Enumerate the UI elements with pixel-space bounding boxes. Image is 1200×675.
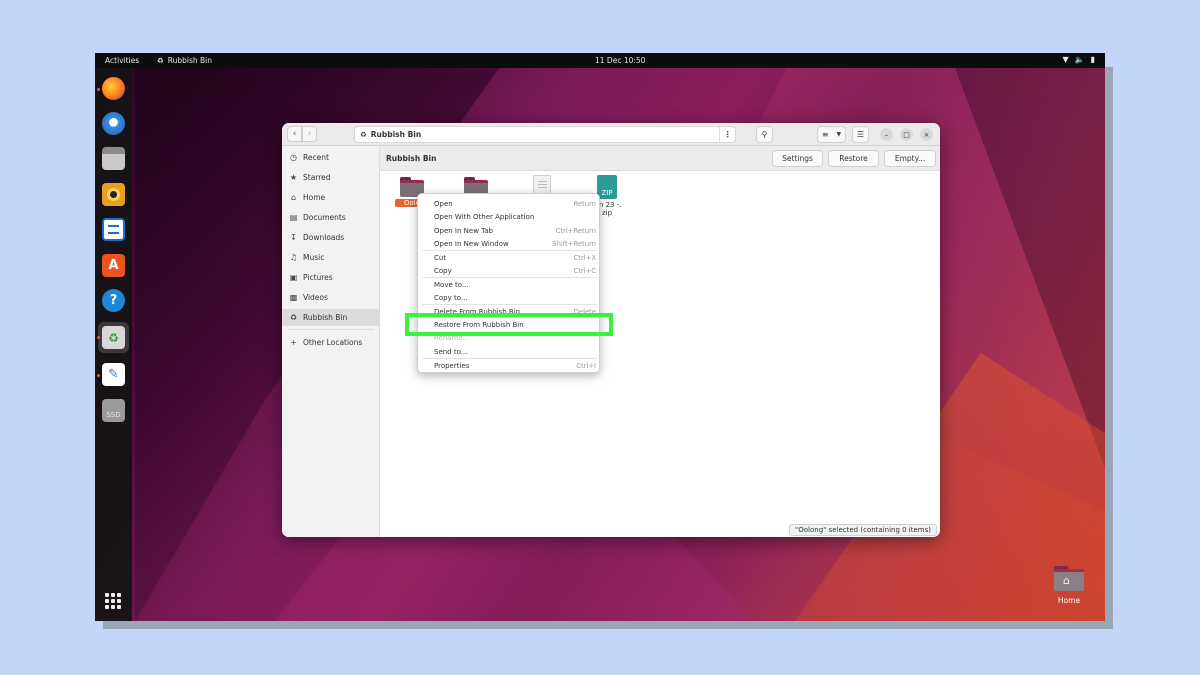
sidebar-item-starred[interactable]: ★ Starred <box>282 169 380 186</box>
writer-icon[interactable] <box>102 218 125 241</box>
list-view-icon: ≡ <box>821 130 829 139</box>
menu-item-open-new-tab[interactable]: Open In New Tab Ctrl+Return <box>418 224 601 237</box>
search-icon: ⚲ <box>761 130 768 139</box>
sidebar-item-downloads[interactable]: ↧ Downloads <box>282 229 380 246</box>
header-bar: ‹ › ♻ Rubbish Bin ⋮ ⚲ ≡ ▼ ☰ – □ × <box>282 123 940 146</box>
power-icon: ▮ <box>1090 55 1095 64</box>
app-name: Rubbish Bin <box>167 56 212 65</box>
menu-item-properties[interactable]: Properties Ctrl+I <box>418 359 601 372</box>
home-icon: ⌂ <box>1063 574 1070 587</box>
restore-button[interactable]: Restore <box>828 150 879 167</box>
minimize-button[interactable]: – <box>880 128 893 141</box>
search-button[interactable]: ⚲ <box>756 126 773 143</box>
trash-icon[interactable]: ♻ <box>102 326 125 349</box>
dock: A ? ♻ ✎ SSD <box>95 68 132 621</box>
sidebar-item-label: Other Locations <box>303 338 363 347</box>
top-bar: Activities ♻ Rubbish Bin 11 Dec 10:50 ▼ … <box>95 53 1105 68</box>
rhythmbox-icon[interactable] <box>102 183 125 206</box>
ssd-drive-icon[interactable]: SSD <box>102 399 125 422</box>
clock[interactable]: 11 Dec 10:50 <box>595 56 645 65</box>
menu-item-open-with[interactable]: Open With Other Application <box>418 210 601 223</box>
thunderbird-icon[interactable] <box>102 112 125 135</box>
trash-info-bar: Rubbish Bin Settings Restore Empty... <box>380 146 940 171</box>
forward-button[interactable]: › <box>302 126 317 142</box>
plus-icon: + <box>290 338 297 347</box>
sidebar-item-rubbish-bin[interactable]: ♻ Rubbish Bin <box>282 309 380 326</box>
path-menu-button[interactable]: ⋮ <box>719 127 735 142</box>
clock-icon: ◷ <box>290 153 297 162</box>
picture-icon: ▣ <box>289 273 298 282</box>
desktop-home-shortcut[interactable]: ⌂ Home <box>1052 566 1086 605</box>
app-center-icon[interactable]: A <box>102 254 125 277</box>
activities-button[interactable]: Activities <box>105 56 139 65</box>
settings-button[interactable]: Settings <box>772 150 823 167</box>
text-editor-icon[interactable]: ✎ <box>102 363 125 386</box>
menu-item-move-to[interactable]: Move to... <box>418 278 601 291</box>
sidebar-item-label: Home <box>303 193 326 202</box>
maximize-button[interactable]: □ <box>900 128 913 141</box>
home-folder-icon: ⌂ <box>1054 566 1084 592</box>
close-button[interactable]: × <box>920 128 933 141</box>
trash-icon: ♻ <box>289 313 298 322</box>
chevron-down-icon: ▼ <box>836 131 842 138</box>
desktop-home-label: Home <box>1057 596 1081 605</box>
sidebar-item-other-locations[interactable]: + Other Locations <box>282 334 380 351</box>
help-icon[interactable]: ? <box>102 289 125 312</box>
files-icon[interactable] <box>102 147 125 170</box>
menu-item-open-new-window[interactable]: Open In New Window Shift+Return <box>418 237 601 250</box>
sidebar-item-documents[interactable]: ▤ Documents <box>282 209 380 226</box>
menu-item-open[interactable]: Open Return <box>418 197 601 210</box>
content-title: Rubbish Bin <box>386 154 437 163</box>
menu-item-copy-to[interactable]: Copy to... <box>418 291 601 304</box>
trash-icon: ♻ <box>360 130 367 139</box>
back-button[interactable]: ‹ <box>287 126 302 142</box>
sidebar-item-label: Downloads <box>303 233 345 242</box>
menu-item-cut[interactable]: Cut Ctrl+X <box>418 251 601 264</box>
hamburger-icon: ☰ <box>856 130 865 139</box>
music-icon: ♫ <box>289 253 298 262</box>
restore-highlight-box <box>405 313 613 336</box>
menu-item-copy[interactable]: Copy Ctrl+C <box>418 264 601 277</box>
sidebar-item-label: Music <box>303 253 325 262</box>
sidebar-item-music[interactable]: ♫ Music <box>282 249 380 266</box>
sidebar-item-label: Rubbish Bin <box>303 313 348 322</box>
sidebar-item-pictures[interactable]: ▣ Pictures <box>282 269 380 286</box>
sidebar-item-label: Videos <box>303 293 328 302</box>
sidebar: ◷ Recent ★ Starred ⌂ Home ▤ Documents ↧ … <box>282 146 380 537</box>
sidebar-item-label: Documents <box>303 213 346 222</box>
view-toggle-button[interactable]: ≡ ▼ <box>817 126 846 143</box>
document-icon: ▤ <box>289 213 298 222</box>
path-bar[interactable]: ♻ Rubbish Bin ⋮ <box>354 126 736 143</box>
network-icon: ▼ <box>1062 55 1069 64</box>
app-menu[interactable]: ♻ Rubbish Bin <box>157 56 212 65</box>
sidebar-divider <box>288 329 374 330</box>
video-icon: ▩ <box>289 293 298 302</box>
star-icon: ★ <box>289 173 298 182</box>
zip-badge: ZIP <box>601 189 613 197</box>
zip-icon: ZIP <box>597 175 617 199</box>
trash-icon: ♻ <box>157 56 164 65</box>
menu-item-send-to[interactable]: Send to... <box>418 345 601 358</box>
empty-button[interactable]: Empty... <box>884 150 936 167</box>
sidebar-item-videos[interactable]: ▩ Videos <box>282 289 380 306</box>
sidebar-item-label: Recent <box>303 153 329 162</box>
show-apps-icon[interactable] <box>105 593 121 609</box>
main-menu-button[interactable]: ☰ <box>852 126 869 143</box>
sidebar-item-recent[interactable]: ◷ Recent <box>282 149 380 166</box>
firefox-icon[interactable] <box>102 77 125 100</box>
ssd-label: SSD <box>106 410 121 419</box>
context-menu: Open Return Open With Other Application O… <box>417 193 600 373</box>
status-bar: "Oolong" selected (containing 0 items) <box>789 524 937 536</box>
volume-icon: 🔈 <box>1074 55 1085 64</box>
path-title: Rubbish Bin <box>370 130 422 139</box>
desktop-screen: Activities ♻ Rubbish Bin 11 Dec 10:50 ▼ … <box>95 53 1105 621</box>
home-icon: ⌂ <box>290 193 297 202</box>
system-tray[interactable]: ▼ 🔈 ▮ <box>1062 55 1095 64</box>
download-icon: ↧ <box>290 233 297 242</box>
sidebar-item-label: Pictures <box>303 273 333 282</box>
sidebar-item-label: Starred <box>303 173 331 182</box>
sidebar-item-home[interactable]: ⌂ Home <box>282 189 380 206</box>
